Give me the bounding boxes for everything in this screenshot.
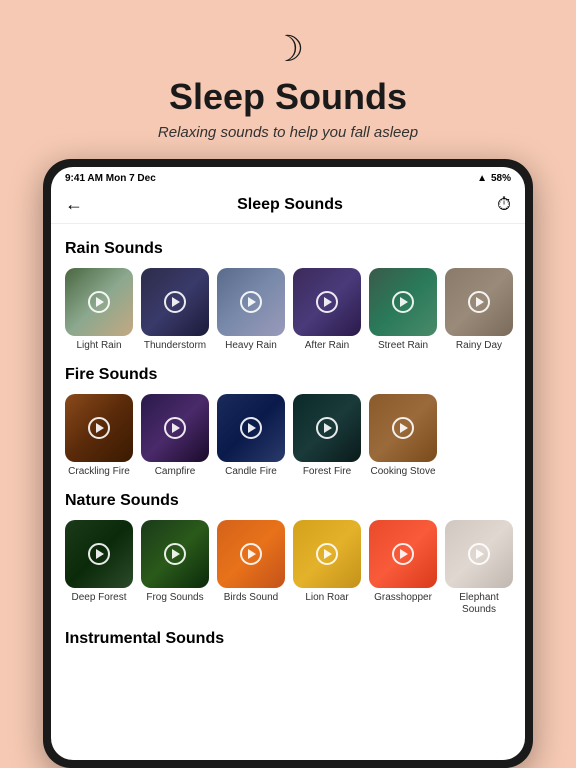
play-button-elephant-sounds[interactable] xyxy=(468,543,490,565)
device-screen: 9:41 AM Mon 7 Dec ▲ 58% ← Sleep Sounds ⏱… xyxy=(51,167,525,760)
content-area: Rain Sounds Light Rain Thunderstorm xyxy=(51,224,525,760)
label-candle-fire: Candle Fire xyxy=(225,466,277,478)
label-heavy-rain: Heavy Rain xyxy=(225,340,277,352)
label-thunderstorm: Thunderstorm xyxy=(144,340,206,352)
label-elephant-sounds: Elephant Sounds xyxy=(445,592,513,616)
instrumental-section-title: Instrumental Sounds xyxy=(65,630,511,648)
timer-button[interactable]: ⏱ xyxy=(497,194,511,215)
sound-item-crackling-fire[interactable]: Crackling Fire xyxy=(65,394,133,478)
sound-item-thunderstorm[interactable]: Thunderstorm xyxy=(141,268,209,352)
label-street-rain: Street Rain xyxy=(378,340,428,352)
status-bar: 9:41 AM Mon 7 Dec ▲ 58% xyxy=(51,167,525,188)
thumb-frog-sounds xyxy=(141,520,209,588)
sound-item-campfire[interactable]: Campfire xyxy=(141,394,209,478)
play-button-light-rain[interactable] xyxy=(88,291,110,313)
play-button-after-rain[interactable] xyxy=(316,291,338,313)
status-right: ▲ 58% xyxy=(477,173,511,184)
sound-item-elephant-sounds[interactable]: Elephant Sounds xyxy=(445,520,513,616)
label-deep-forest: Deep Forest xyxy=(71,592,126,604)
sound-item-frog-sounds[interactable]: Frog Sounds xyxy=(141,520,209,616)
sound-item-heavy-rain[interactable]: Heavy Rain xyxy=(217,268,285,352)
sound-item-forest-fire[interactable]: Forest Fire xyxy=(293,394,361,478)
app-title: Sleep Sounds xyxy=(169,76,407,118)
thumb-campfire xyxy=(141,394,209,462)
label-birds-sound: Birds Sound xyxy=(224,592,278,604)
sound-item-street-rain[interactable]: Street Rain xyxy=(369,268,437,352)
thumb-rainy-day xyxy=(445,268,513,336)
app-subtitle: Relaxing sounds to help you fall asleep xyxy=(158,124,418,141)
label-campfire: Campfire xyxy=(155,466,196,478)
nav-bar: ← Sleep Sounds ⏱ xyxy=(51,188,525,224)
play-button-crackling-fire[interactable] xyxy=(88,417,110,439)
fire-section-title: Fire Sounds xyxy=(65,366,511,384)
nature-sound-grid: Deep Forest Frog Sounds Birds Sound xyxy=(65,520,511,616)
label-light-rain: Light Rain xyxy=(76,340,121,352)
sound-item-cooking-stove[interactable]: Cooking Stove xyxy=(369,394,437,478)
fire-sound-grid: Crackling Fire Campfire Candle Fire xyxy=(65,394,511,478)
thumb-thunderstorm xyxy=(141,268,209,336)
nav-title: Sleep Sounds xyxy=(237,196,343,214)
back-button[interactable]: ← xyxy=(65,194,83,215)
play-button-lion-roar[interactable] xyxy=(316,543,338,565)
thumb-forest-fire xyxy=(293,394,361,462)
play-button-birds-sound[interactable] xyxy=(240,543,262,565)
label-rainy-day: Rainy Day xyxy=(456,340,502,352)
label-forest-fire: Forest Fire xyxy=(303,466,351,478)
thumb-heavy-rain xyxy=(217,268,285,336)
label-cooking-stove: Cooking Stove xyxy=(370,466,435,478)
label-grasshopper: Grasshopper xyxy=(374,592,432,604)
thumb-lion-roar xyxy=(293,520,361,588)
play-button-thunderstorm[interactable] xyxy=(164,291,186,313)
thumb-cooking-stove xyxy=(369,394,437,462)
thumb-crackling-fire xyxy=(65,394,133,462)
sound-item-birds-sound[interactable]: Birds Sound xyxy=(217,520,285,616)
thumb-candle-fire xyxy=(217,394,285,462)
app-header: ☽ Sleep Sounds Relaxing sounds to help y… xyxy=(158,0,418,159)
thumb-after-rain xyxy=(293,268,361,336)
label-frog-sounds: Frog Sounds xyxy=(146,592,203,604)
sound-item-rainy-day[interactable]: Rainy Day xyxy=(445,268,513,352)
thumb-elephant-sounds xyxy=(445,520,513,588)
nature-section-title: Nature Sounds xyxy=(65,492,511,510)
sound-item-light-rain[interactable]: Light Rain xyxy=(65,268,133,352)
play-button-frog-sounds[interactable] xyxy=(164,543,186,565)
thumb-deep-forest xyxy=(65,520,133,588)
nature-section: Nature Sounds Deep Forest Frog Sounds xyxy=(65,492,511,616)
play-button-campfire[interactable] xyxy=(164,417,186,439)
label-after-rain: After Rain xyxy=(305,340,349,352)
wifi-icon: ▲ xyxy=(477,173,487,184)
instrumental-section: Instrumental Sounds xyxy=(65,630,511,648)
sound-item-lion-roar[interactable]: Lion Roar xyxy=(293,520,361,616)
play-button-candle-fire[interactable] xyxy=(240,417,262,439)
sound-item-grasshopper[interactable]: Grasshopper xyxy=(369,520,437,616)
rain-sound-grid: Light Rain Thunderstorm Heavy Rain xyxy=(65,268,511,352)
play-button-deep-forest[interactable] xyxy=(88,543,110,565)
label-crackling-fire: Crackling Fire xyxy=(68,466,130,478)
play-button-heavy-rain[interactable] xyxy=(240,291,262,313)
thumb-birds-sound xyxy=(217,520,285,588)
rain-section: Rain Sounds Light Rain Thunderstorm xyxy=(65,240,511,352)
thumb-street-rain xyxy=(369,268,437,336)
thumb-grasshopper xyxy=(369,520,437,588)
fire-section: Fire Sounds Crackling Fire Campfire xyxy=(65,366,511,478)
sound-item-deep-forest[interactable]: Deep Forest xyxy=(65,520,133,616)
play-button-cooking-stove[interactable] xyxy=(392,417,414,439)
play-button-forest-fire[interactable] xyxy=(316,417,338,439)
play-button-grasshopper[interactable] xyxy=(392,543,414,565)
rain-section-title: Rain Sounds xyxy=(65,240,511,258)
sound-item-after-rain[interactable]: After Rain xyxy=(293,268,361,352)
play-button-street-rain[interactable] xyxy=(392,291,414,313)
moon-icon: ☽ xyxy=(272,28,304,70)
status-time: 9:41 AM Mon 7 Dec xyxy=(65,173,156,184)
play-button-rainy-day[interactable] xyxy=(468,291,490,313)
thumb-light-rain xyxy=(65,268,133,336)
battery-status: 58% xyxy=(491,173,511,184)
device-frame: 9:41 AM Mon 7 Dec ▲ 58% ← Sleep Sounds ⏱… xyxy=(43,159,533,768)
sound-item-candle-fire[interactable]: Candle Fire xyxy=(217,394,285,478)
label-lion-roar: Lion Roar xyxy=(305,592,348,604)
